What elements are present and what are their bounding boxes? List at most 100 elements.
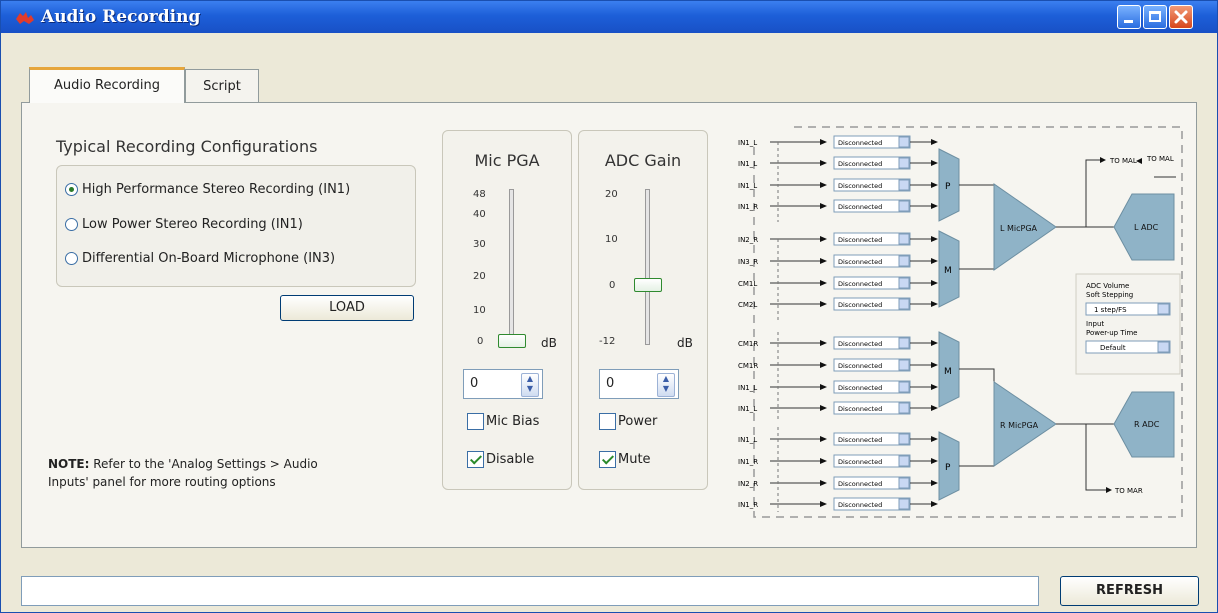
input-pin-label: IN1_R — [738, 203, 758, 211]
mux-select-value: Disconnected — [838, 458, 882, 466]
adc-gain-panel: ADC Gain 20 10 0 -12 dB 0 ▲ ▼ Power Mute — [578, 130, 708, 490]
mux-input-row: IN1_L Disconnected — [738, 380, 938, 394]
input-pin-label: IN1_L — [738, 182, 757, 190]
checkbox[interactable] — [599, 413, 616, 430]
input-pin-label: IN1_L — [738, 405, 757, 413]
close-button[interactable] — [1169, 5, 1193, 29]
checkbox-label: Mute — [618, 452, 651, 467]
title-bar[interactable]: Audio Recording — [1, 1, 1217, 33]
mux-select-value: Disconnected — [838, 236, 882, 244]
minimize-button[interactable] — [1117, 5, 1141, 29]
chevron-down-icon[interactable] — [898, 255, 910, 267]
chevron-down-icon[interactable] — [1157, 341, 1170, 353]
mux-input-row: CM2L Disconnected — [738, 297, 938, 311]
mux-select-value: Disconnected — [838, 436, 882, 444]
status-field[interactable] — [21, 576, 1039, 606]
checkbox[interactable] — [467, 413, 484, 430]
input-pin-label: IN2_R — [738, 236, 758, 244]
chevron-down-icon[interactable] — [898, 433, 910, 445]
mux-select-value: Disconnected — [838, 203, 882, 211]
radio-differential-mic[interactable]: Differential On-Board Microphone (IN3) — [65, 248, 335, 268]
maximize-button[interactable] — [1143, 5, 1167, 29]
tab-script[interactable]: Script — [185, 69, 259, 103]
mic-bias-checkbox[interactable]: Mic Bias — [467, 413, 539, 430]
chevron-down-icon[interactable] — [898, 455, 910, 467]
radio-low-power[interactable]: Low Power Stereo Recording (IN1) — [65, 214, 303, 234]
adc-gain-slider-thumb[interactable] — [634, 278, 662, 292]
configs-heading: Typical Recording Configurations — [56, 137, 318, 156]
input-pin-label: IN1_L — [738, 160, 757, 168]
chevron-down-icon[interactable] — [898, 402, 910, 414]
adc-gain-slider-track[interactable] — [645, 189, 650, 345]
mux-select-value: Disconnected — [838, 280, 882, 288]
chevron-down-icon[interactable] — [898, 337, 910, 349]
radio-high-performance[interactable]: High Performance Stereo Recording (IN1) — [65, 179, 350, 199]
bottom-p-mux-label: P — [945, 463, 951, 473]
to-mar-label: TO MAR — [1114, 487, 1143, 495]
radio-button[interactable] — [65, 182, 78, 196]
mic-pga-slider-thumb[interactable] — [498, 334, 526, 348]
adc-gain-value-spinner[interactable]: 0 ▲ ▼ — [599, 369, 679, 399]
input-label: Input — [1086, 320, 1104, 328]
config-radio-group: High Performance Stereo Recording (IN1) … — [56, 165, 416, 287]
mux-input-row: IN1_L Disconnected — [738, 135, 938, 149]
mux-input-row: IN1_L Disconnected — [738, 432, 938, 446]
mic-pga-tick: 30 — [473, 239, 486, 250]
mux-select-value: Disconnected — [838, 182, 882, 190]
chevron-down-icon[interactable] — [898, 233, 910, 245]
refresh-button[interactable]: REFRESH — [1060, 576, 1199, 606]
checkbox[interactable] — [467, 451, 484, 468]
mux-input-row: IN1_L Disconnected — [738, 178, 938, 192]
mux-select-value: Disconnected — [838, 340, 882, 348]
chevron-down-icon[interactable] — [898, 477, 910, 489]
mic-pga-disable-checkbox[interactable]: Disable — [467, 451, 534, 468]
input-pin-label: IN1_L — [738, 139, 757, 147]
chevron-down-icon[interactable] — [898, 381, 910, 393]
adc-volume-label: ADC Volume — [1086, 282, 1129, 290]
chevron-down-icon[interactable] — [1157, 303, 1170, 315]
adc-power-checkbox[interactable]: Power — [599, 413, 657, 430]
radio-button[interactable] — [65, 217, 78, 231]
adc-gain-tick: -12 — [599, 336, 616, 347]
spinner-arrows-icon[interactable]: ▲ ▼ — [521, 373, 539, 397]
routing-diagram: IN1_L Disconnected IN1_L Disconnected IN1_L D… — [738, 126, 1183, 518]
mic-pga-tick: 0 — [477, 336, 484, 347]
adc-mute-checkbox[interactable]: Mute — [599, 451, 651, 468]
input-pin-label: CM2L — [738, 301, 757, 309]
chevron-down-icon[interactable] — [898, 136, 910, 148]
checkbox-label: Power — [618, 414, 658, 429]
chevron-down-icon[interactable] — [898, 498, 910, 510]
mic-pga-tick: 48 — [473, 189, 486, 200]
chevron-down-icon[interactable] — [898, 179, 910, 191]
app-logo-icon — [16, 12, 34, 24]
adc-gain-title: ADC Gain — [604, 151, 682, 170]
note-text: Refer to the 'Analog Settings > Audio In… — [48, 457, 318, 489]
chevron-down-icon[interactable] — [898, 277, 910, 289]
input-pin-label: IN1_R — [738, 501, 758, 509]
app-window: Audio Recording Audio Recording Script T… — [0, 0, 1218, 613]
chevron-down-icon[interactable] — [898, 359, 910, 371]
radio-button[interactable] — [65, 251, 78, 265]
radio-label: Differential On-Board Microphone (IN3) — [82, 250, 336, 266]
left-mic-pga-label: L MicPGA — [1000, 224, 1038, 233]
mic-pga-value-spinner[interactable]: 0 ▲ ▼ — [463, 369, 543, 399]
mic-pga-panel: Mic PGA 48 40 30 20 10 0 dB 0 ▲ ▼ Mic Bia… — [442, 130, 572, 490]
mic-pga-tick: 20 — [473, 271, 486, 282]
chevron-down-icon[interactable] — [898, 298, 910, 310]
note-label: NOTE: — [48, 457, 90, 471]
mux-select-value: Disconnected — [838, 480, 882, 488]
chevron-down-icon[interactable] — [898, 200, 910, 212]
mux-select-value: Disconnected — [838, 160, 882, 168]
input-pin-label: CM1R — [738, 362, 758, 370]
spinner-arrows-icon[interactable]: ▲ ▼ — [657, 373, 675, 397]
checkbox[interactable] — [599, 451, 616, 468]
spinner-value: 0 — [470, 376, 479, 391]
to-mal-short-label: TO MAL — [1109, 157, 1137, 165]
tab-audio-recording[interactable]: Audio Recording — [29, 67, 185, 103]
power-up-time-select[interactable] — [1085, 340, 1171, 354]
input-pin-label: IN1_L — [738, 436, 757, 444]
chevron-down-icon[interactable] — [898, 157, 910, 169]
mux-input-row: CM1R Disconnected — [738, 358, 938, 372]
load-button[interactable]: LOAD — [280, 295, 414, 321]
mic-pga-slider-track[interactable] — [509, 189, 514, 345]
